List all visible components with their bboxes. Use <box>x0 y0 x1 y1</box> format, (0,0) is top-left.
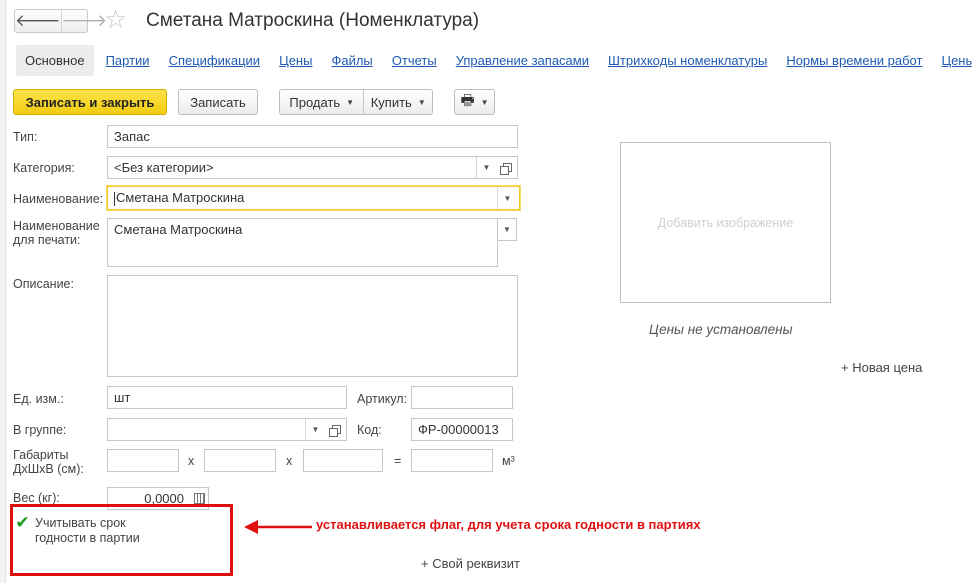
tab-specifications[interactable]: Спецификации <box>169 53 261 68</box>
chevron-down-icon: ▼ <box>346 97 355 107</box>
volume-field[interactable] <box>411 449 493 472</box>
group-label: В группе: <box>13 423 67 437</box>
left-panel-edge <box>0 0 6 583</box>
weight-label: Вес (кг): <box>13 491 60 505</box>
print-button[interactable]: 🖶 ▼ <box>454 89 495 115</box>
tab-work-time-norms[interactable]: Нормы времени работ <box>786 53 922 68</box>
printer-icon: 🖶 <box>460 91 475 109</box>
description-field[interactable] <box>107 275 518 377</box>
sell-button[interactable]: Продать ▼ <box>280 95 363 110</box>
print-name-field[interactable]: Сметана Матроскина <box>107 218 498 267</box>
category-dropdown-button[interactable]: ▼ <box>476 157 496 178</box>
forward-button[interactable]: 🡒 <box>60 10 108 32</box>
nomenclature-form: 🡐 🡒 ☆ Сметана Матроскина (Номенклатура) … <box>0 0 972 583</box>
sell-buy-group: Продать ▼ Купить ▼ <box>279 89 433 115</box>
category-label: Категория: <box>13 161 75 175</box>
description-label: Описание: <box>13 277 74 291</box>
name-dropdown-button[interactable]: ▼ <box>497 188 517 209</box>
save-and-close-button[interactable]: Записать и закрыть <box>13 89 167 115</box>
article-field[interactable] <box>411 386 513 409</box>
buy-label: Купить <box>370 94 412 110</box>
code-field[interactable]: ФР-00000013 <box>411 418 513 441</box>
new-price-link[interactable]: + Новая цена <box>841 360 922 375</box>
article-label: Артикул: <box>357 392 408 406</box>
name-label: Наименование: <box>13 192 104 206</box>
dimensions-label: Габариты ДхШхВ (см): <box>13 448 84 476</box>
times-sign: x <box>286 454 293 468</box>
open-icon <box>499 163 512 175</box>
tab-main[interactable]: Основное <box>16 44 94 76</box>
name-value: Сметана Матроскина <box>116 190 245 205</box>
volume-unit: м³ <box>502 454 515 468</box>
favorite-star-icon[interactable]: ☆ <box>104 6 127 32</box>
category-field[interactable]: <Без категории> <box>107 156 518 179</box>
category-value: <Без категории> <box>114 160 214 175</box>
annotation-arrow-icon <box>244 520 312 534</box>
length-field[interactable] <box>107 449 179 472</box>
name-field[interactable]: Сметана Матроскина <box>107 186 520 210</box>
width-field[interactable] <box>204 449 276 472</box>
forward-arrow-icon: 🡒 <box>61 11 108 30</box>
tab-barcodes[interactable]: Штрихкоды номенклатуры <box>608 53 767 68</box>
print-name-label: Наименование для печати: <box>13 219 100 247</box>
history-nav: 🡐 🡒 <box>14 9 107 33</box>
equals-sign: = <box>394 454 402 468</box>
open-icon <box>328 425 341 437</box>
custom-attribute-link[interactable]: + Свой реквизит <box>421 556 520 571</box>
type-field[interactable]: Запас <box>107 125 518 148</box>
chevron-down-icon: ▼ <box>417 97 426 107</box>
tab-stock-management[interactable]: Управление запасами <box>456 53 589 68</box>
add-image-text: Добавить изображение <box>657 215 794 230</box>
category-open-button[interactable] <box>497 157 517 178</box>
buy-button[interactable]: Купить ▼ <box>364 95 432 110</box>
annotation-highlight-box <box>10 504 233 576</box>
print-name-dropdown-button[interactable]: ▼ <box>497 218 517 241</box>
tab-prices[interactable]: Цены <box>279 53 312 68</box>
group-open-button[interactable] <box>326 419 346 440</box>
annotation-text: устанавливается флаг, для учета срока го… <box>316 517 701 532</box>
times-sign: x <box>188 454 195 468</box>
tab-counterparty-prices[interactable]: Цены кон <box>941 53 972 68</box>
back-arrow-icon: 🡐 <box>15 11 61 30</box>
sell-label: Продать <box>289 94 341 110</box>
page-title: Сметана Матроскина (Номенклатура) <box>146 10 480 31</box>
tab-files[interactable]: Файлы <box>331 53 372 68</box>
group-dropdown-button[interactable]: ▼ <box>305 419 325 440</box>
text-cursor <box>114 191 115 206</box>
tab-bar: Основное Партии Спецификации Цены Файлы … <box>16 44 972 76</box>
image-placeholder[interactable]: Добавить изображение <box>620 142 831 303</box>
calculator-icon <box>193 492 205 504</box>
unit-label: Ед. изм.: <box>13 392 64 406</box>
tab-reports[interactable]: Отчеты <box>392 53 437 68</box>
save-button[interactable]: Записать <box>178 89 258 115</box>
type-label: Тип: <box>13 130 38 144</box>
prices-status: Цены не установлены <box>649 322 793 337</box>
tab-batches[interactable]: Партии <box>106 53 150 68</box>
back-button[interactable]: 🡐 <box>15 10 61 32</box>
code-label: Код: <box>357 423 382 437</box>
unit-field[interactable]: шт <box>107 386 347 409</box>
chevron-down-icon: ▼ <box>480 97 489 107</box>
height-field[interactable] <box>303 449 383 472</box>
